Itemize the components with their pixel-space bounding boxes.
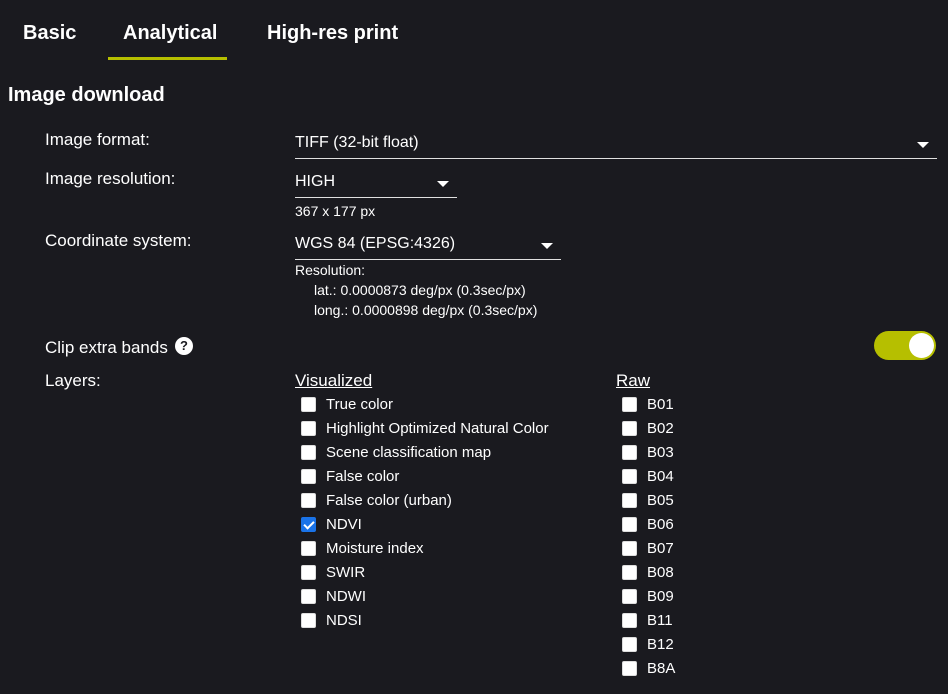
resolution-title: Resolution:	[295, 262, 366, 278]
image-format-label: Image format:	[45, 130, 150, 149]
image-resolution-label: Image resolution:	[45, 169, 176, 188]
checkbox[interactable]	[622, 516, 637, 532]
checkbox[interactable]	[301, 540, 316, 556]
raw-band-row[interactable]: B03	[622, 441, 674, 463]
checkbox[interactable]	[301, 564, 316, 580]
raw-band-row[interactable]: B02	[622, 417, 674, 439]
checkbox-checked[interactable]	[301, 516, 316, 532]
tab-bar: Basic Analytical High-res print	[0, 0, 948, 60]
image-format-select[interactable]: TIFF (32-bit float)	[295, 132, 937, 159]
clip-extra-bands-label: Clip extra bands	[45, 338, 168, 357]
resolution-long: long.: 0.0000898 deg/px (0.3sec/px)	[314, 302, 538, 318]
visualized-layer-label: Moisture index	[326, 539, 424, 557]
checkbox[interactable]	[622, 588, 637, 604]
raw-heading: Raw	[616, 371, 651, 390]
visualized-layer-row[interactable]: True color	[301, 393, 393, 415]
checkbox[interactable]	[622, 420, 637, 436]
chevron-down-icon	[917, 142, 929, 148]
clip-extra-bands-toggle[interactable]	[874, 331, 936, 360]
checkbox[interactable]	[622, 612, 637, 628]
checkbox[interactable]	[622, 636, 637, 652]
visualized-layer-label: NDSI	[326, 611, 362, 629]
visualized-layer-label: True color	[326, 395, 393, 413]
raw-band-row[interactable]: B07	[622, 537, 674, 559]
raw-band-row[interactable]: B08	[622, 561, 674, 583]
raw-band-label: B06	[647, 515, 674, 533]
visualized-heading: Visualized	[295, 371, 373, 390]
image-resolution-value: HIGH	[295, 173, 335, 190]
visualized-layer-row[interactable]: False color (urban)	[301, 489, 452, 511]
visualized-layer-row[interactable]: NDWI	[301, 585, 366, 607]
section-title: Image download	[8, 84, 165, 106]
tab-analytical[interactable]: Analytical	[123, 22, 217, 45]
visualized-layer-row[interactable]: SWIR	[301, 561, 365, 583]
raw-band-label: B07	[647, 539, 674, 557]
visualized-layer-label: Scene classification map	[326, 443, 492, 461]
tab-high-res-print[interactable]: High-res print	[267, 22, 398, 45]
visualized-layer-row[interactable]: NDVI	[301, 513, 362, 535]
visualized-layer-label: NDVI	[326, 515, 362, 533]
coordinate-system-select[interactable]: WGS 84 (EPSG:4326)	[295, 233, 561, 260]
raw-band-label: B04	[647, 467, 674, 485]
checkbox[interactable]	[301, 444, 316, 460]
visualized-layer-row[interactable]: Scene classification map	[301, 441, 491, 463]
raw-band-label: B09	[647, 587, 674, 605]
raw-band-label: B08	[647, 563, 674, 581]
layers-label: Layers:	[45, 371, 101, 390]
checkbox[interactable]	[301, 396, 316, 412]
raw-band-label: B05	[647, 491, 674, 509]
active-tab-indicator	[108, 57, 227, 60]
visualized-layer-row[interactable]: Moisture index	[301, 537, 424, 559]
checkbox[interactable]	[622, 540, 637, 556]
image-size-text: 367 x 177 px	[295, 203, 376, 219]
checkbox[interactable]	[301, 468, 316, 484]
chevron-down-icon	[437, 181, 449, 187]
checkbox[interactable]	[622, 468, 637, 484]
raw-band-row[interactable]: B11	[622, 609, 673, 631]
checkbox[interactable]	[622, 444, 637, 460]
visualized-layer-label: SWIR	[326, 563, 366, 581]
visualized-layer-label: Highlight Optimized Natural Color	[326, 419, 549, 437]
visualized-layer-row[interactable]: Highlight Optimized Natural Color	[301, 417, 549, 439]
raw-band-label: B01	[647, 395, 674, 413]
raw-band-row[interactable]: B06	[622, 513, 674, 535]
coordinate-system-label: Coordinate system:	[45, 231, 192, 250]
visualized-layer-label: NDWI	[326, 587, 366, 605]
question-circle-icon[interactable]: ?	[175, 337, 193, 355]
raw-band-row[interactable]: B12	[622, 633, 674, 655]
checkbox[interactable]	[301, 612, 316, 628]
toggle-knob	[909, 333, 934, 358]
image-format-value: TIFF (32-bit float)	[295, 134, 419, 151]
checkbox[interactable]	[622, 492, 637, 508]
checkbox[interactable]	[301, 588, 316, 604]
visualized-layer-row[interactable]: NDSI	[301, 609, 362, 631]
visualized-layer-label: False color	[326, 467, 400, 485]
raw-band-row[interactable]: B05	[622, 489, 674, 511]
visualized-layer-row[interactable]: False color	[301, 465, 399, 487]
raw-band-row[interactable]: B01	[622, 393, 674, 415]
checkbox[interactable]	[301, 492, 316, 508]
raw-band-label: B8A	[647, 659, 676, 677]
chevron-down-icon	[541, 243, 553, 249]
checkbox[interactable]	[622, 396, 637, 412]
visualized-layer-label: False color (urban)	[326, 491, 452, 509]
raw-band-label: B11	[647, 611, 673, 629]
raw-band-label: B02	[647, 419, 674, 437]
checkbox[interactable]	[301, 420, 316, 436]
raw-band-label: B03	[647, 443, 674, 461]
raw-band-label: B12	[647, 635, 674, 653]
checkbox[interactable]	[622, 660, 637, 676]
raw-band-row[interactable]: B09	[622, 585, 674, 607]
image-resolution-select[interactable]: HIGH	[295, 171, 457, 198]
tab-basic[interactable]: Basic	[23, 22, 76, 45]
checkbox[interactable]	[622, 564, 637, 580]
raw-band-row[interactable]: B8A	[622, 657, 675, 679]
raw-band-row[interactable]: B04	[622, 465, 674, 487]
coordinate-system-value: WGS 84 (EPSG:4326)	[295, 235, 456, 252]
resolution-lat: lat.: 0.0000873 deg/px (0.3sec/px)	[314, 282, 526, 298]
